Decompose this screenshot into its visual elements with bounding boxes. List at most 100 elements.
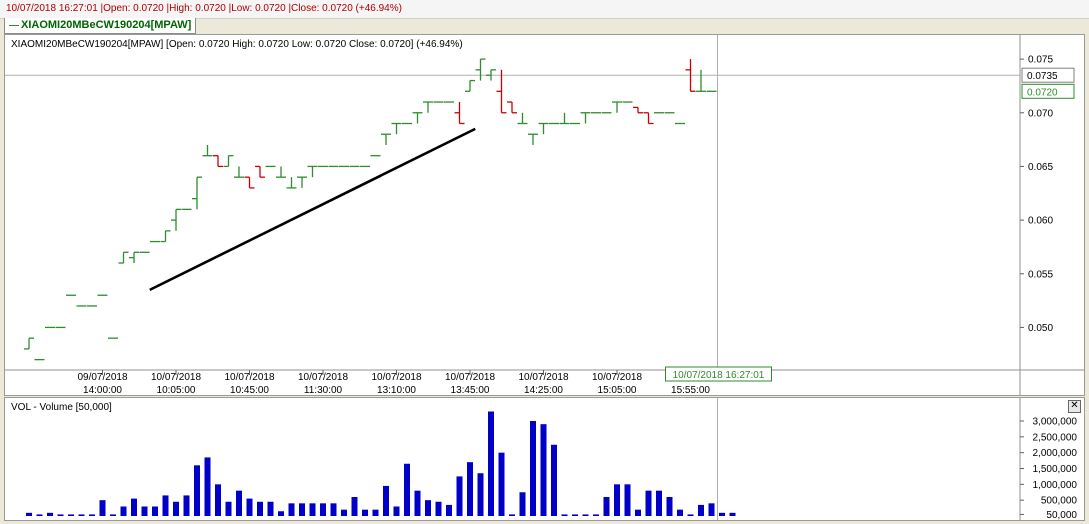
time-tick-time: 11:30:00 — [304, 385, 343, 395]
volume-bar — [372, 509, 379, 516]
volume-chart-panel[interactable]: 50,000 500,000 1,000,000 1,500,000 2,000,000… — [4, 397, 1085, 521]
time-tick-time: 10:45:00 — [230, 385, 269, 395]
ohlc-bar-up — [517, 112, 528, 125]
volume-bar — [498, 452, 505, 516]
price-tick-label: 0.070 — [1028, 108, 1053, 119]
volume-bar — [572, 514, 578, 516]
volume-bar — [624, 484, 631, 516]
volume-tick-label: 1,500,000 — [1033, 464, 1078, 475]
volume-bar — [278, 511, 284, 516]
price-tick-label: 0.060 — [1028, 216, 1053, 227]
volume-bar — [404, 463, 410, 516]
trend-line — [149, 127, 476, 292]
volume-bar — [414, 490, 421, 516]
volume-bar — [47, 512, 53, 516]
price-tick-label: 0.065 — [1028, 162, 1053, 173]
time-tick-date: 09/07/2018 — [77, 372, 127, 383]
time-tick-date: 10/07/2018 — [224, 372, 274, 383]
time-tick-date: 10/07/2018 — [518, 372, 568, 383]
ohlc-bar-up — [580, 112, 591, 124]
price-chart-panel[interactable]: 0.050 0.055 0.060 0.065 0.070 0.075 09/07/2018… — [4, 34, 1085, 396]
volume-bar — [435, 501, 442, 516]
ohlc-bar-up — [192, 176, 202, 210]
price-tick-label: 0.050 — [1028, 323, 1053, 334]
time-tick-date: 10/07/2018 — [298, 372, 348, 383]
price-chart[interactable]: 0.050 0.055 0.060 0.065 0.070 0.075 09/07/2018… — [5, 35, 1084, 395]
ohlc-bar-up — [465, 79, 475, 92]
ohlc-bar-up — [202, 144, 213, 157]
ohlc-bar-down — [643, 112, 654, 125]
ohlc-info-text: 10/07/2018 16:27:01 |Open: 0.0720 |High:… — [6, 3, 402, 14]
price-chart-title: XIAOMI20MBeCW190204[MPAW] [Open: 0.0720 … — [11, 39, 463, 50]
ohlc-bar-up — [223, 155, 234, 168]
volume-chart-title: VOL - Volume [50,000] — [11, 402, 112, 413]
ohlc-bar-down — [507, 101, 517, 114]
volume-bar — [173, 501, 179, 516]
time-tick-time: 14:25:00 — [524, 385, 563, 395]
time-tick-time: 10:05:00 — [157, 385, 196, 395]
volume-tick-label: 500,000 — [1041, 496, 1078, 507]
ohlc-bar-up — [171, 208, 181, 231]
volume-bar — [351, 497, 358, 516]
ohlc-bar-up — [391, 122, 402, 135]
volume-bar — [677, 509, 683, 516]
ohlc-bar-up — [160, 230, 171, 243]
volume-bar — [194, 465, 200, 516]
ohlc-bar-up — [286, 177, 297, 189]
volume-bar — [120, 506, 127, 516]
volume-bar — [215, 484, 221, 516]
ohlc-bar-up — [381, 133, 391, 145]
time-tick-time: 15:05:00 — [598, 385, 637, 395]
time-tick-date: 10/07/2018 — [445, 372, 495, 383]
volume-bar — [383, 485, 389, 516]
crosshair-price-label: 0.0735 — [1027, 71, 1058, 82]
volume-bar — [330, 503, 337, 516]
volume-bar — [477, 473, 484, 516]
volume-bar — [288, 503, 295, 516]
volume-bar — [551, 444, 557, 516]
volume-bar — [309, 503, 316, 516]
legend-label: XIAOMI20MBeCW190204[MPAW] — [21, 19, 192, 31]
ohlc-bar-up — [528, 133, 538, 145]
volume-bar — [603, 497, 610, 516]
legend-tab[interactable]: XIAOMI20MBeCW190204[MPAW] — [4, 18, 197, 34]
volume-bar — [645, 490, 652, 516]
ohlc-bar-down — [213, 155, 223, 168]
volume-bar — [99, 500, 106, 516]
volume-bar — [656, 490, 662, 516]
volume-bar — [341, 509, 347, 516]
volume-bar — [488, 411, 494, 516]
ohlc-bar-up — [129, 251, 139, 264]
volume-bar — [561, 514, 568, 516]
time-tick-date: 10/07/2018 — [371, 372, 421, 383]
volume-bar — [36, 514, 43, 516]
volume-chart[interactable]: 50,000 500,000 1,000,000 1,500,000 2,000,000… — [5, 398, 1084, 520]
volume-bar — [131, 498, 137, 516]
ohlc-bar-down — [633, 106, 643, 114]
volume-bar — [110, 514, 116, 516]
volume-bar — [267, 501, 274, 516]
volume-bar — [152, 506, 158, 516]
ohlc-bar-up — [475, 58, 486, 81]
ohlc-bar-down — [496, 69, 507, 114]
ohlc-bar-down — [255, 165, 265, 178]
info-bar: 10/07/2018 16:27:01 |Open: 0.0720 |High:… — [0, 0, 1089, 19]
volume-tick-label: 50,000 — [1046, 510, 1077, 520]
ohlc-bar-up — [538, 122, 549, 135]
volume-bar — [687, 514, 694, 516]
ohlc-bar-up — [307, 165, 318, 178]
close-volume-button[interactable]: ✕ — [1068, 400, 1081, 413]
volume-bar — [246, 498, 253, 516]
volume-bar — [89, 514, 95, 516]
ohlc-bar-up — [559, 112, 570, 125]
volume-bar — [425, 500, 431, 516]
volume-bar — [78, 514, 85, 516]
volume-bar — [26, 512, 32, 516]
volume-bar — [540, 424, 547, 516]
volume-bar — [204, 457, 211, 516]
volume-bar — [530, 421, 536, 516]
time-tick-date: 10/07/2018 — [151, 372, 201, 383]
volume-tick-label: 2,000,000 — [1033, 448, 1078, 459]
last-price-label: 0.0720 — [1027, 87, 1058, 98]
ohlc-bar-up — [297, 176, 307, 188]
